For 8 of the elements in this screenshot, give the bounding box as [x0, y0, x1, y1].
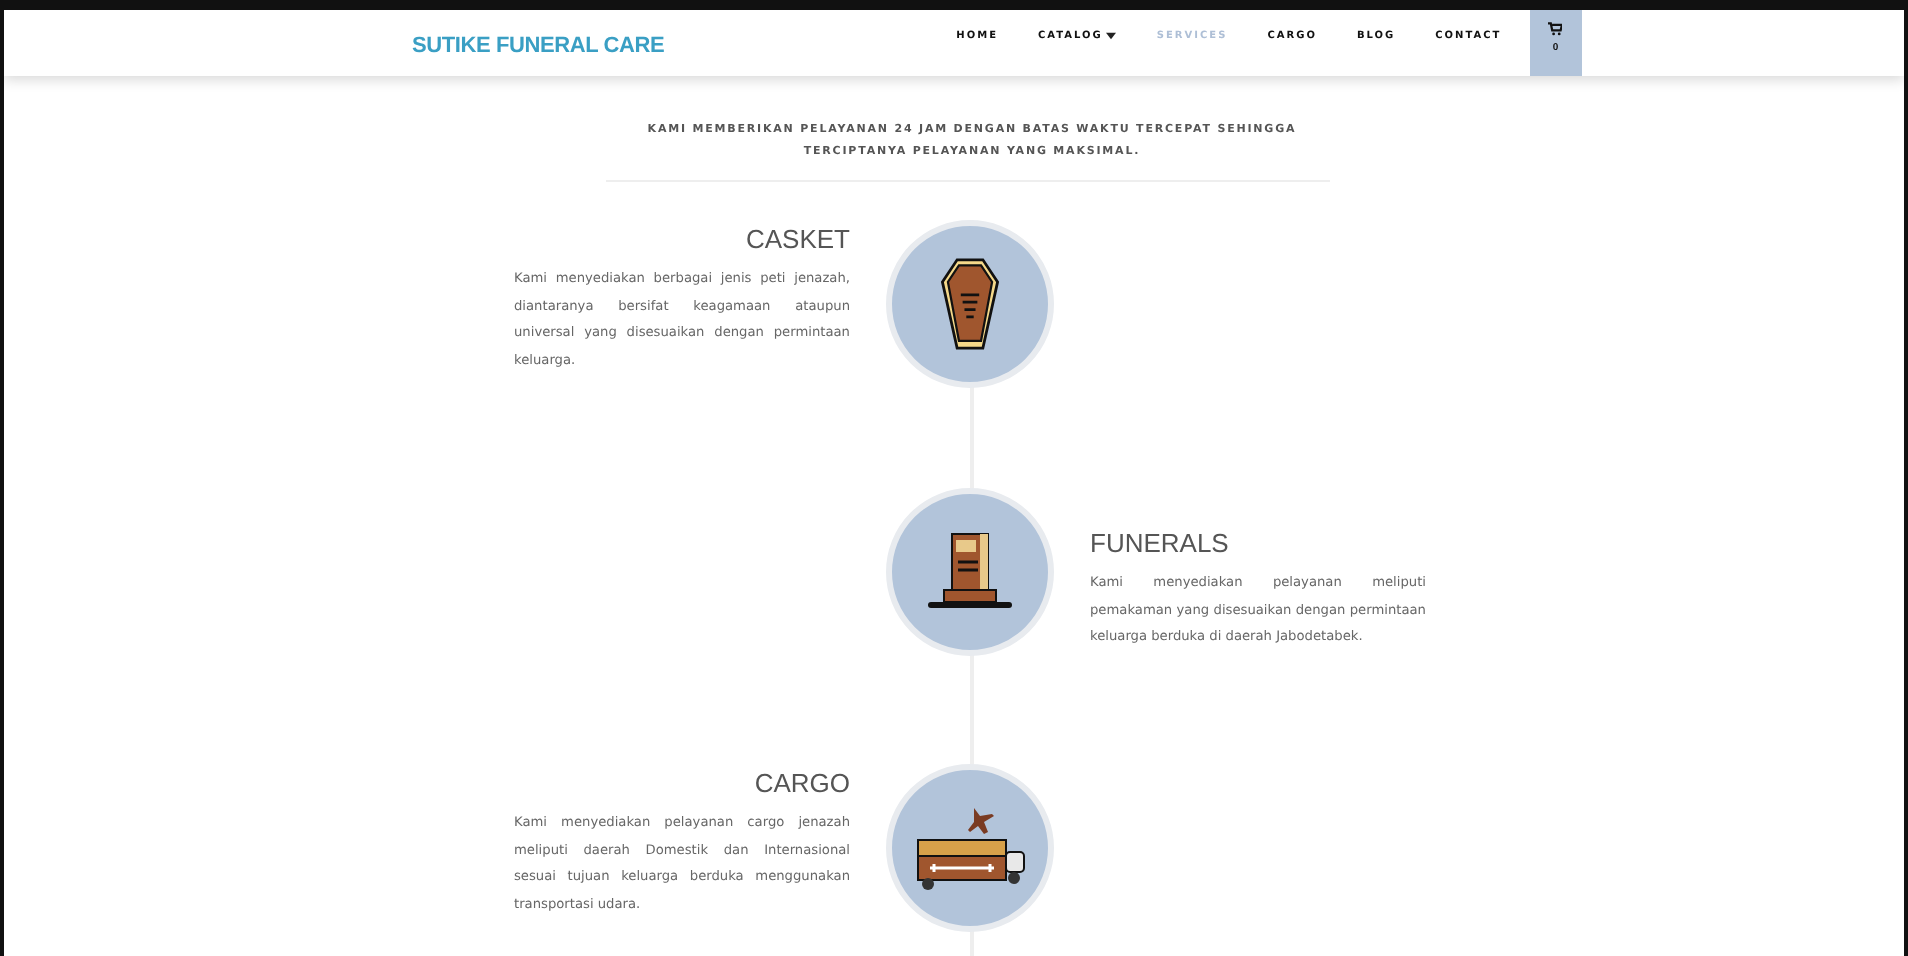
service-title: CARGO: [752, 768, 850, 798]
coffin-icon: [940, 258, 1000, 350]
caret-icon: [1106, 32, 1117, 40]
tombstone-icon: [924, 532, 1016, 612]
service-title: FUNERALS: [1090, 528, 1231, 558]
service-title: CASKET: [743, 224, 850, 254]
cargo-drawing: [914, 804, 1026, 892]
cart-icon: [1548, 22, 1563, 36]
